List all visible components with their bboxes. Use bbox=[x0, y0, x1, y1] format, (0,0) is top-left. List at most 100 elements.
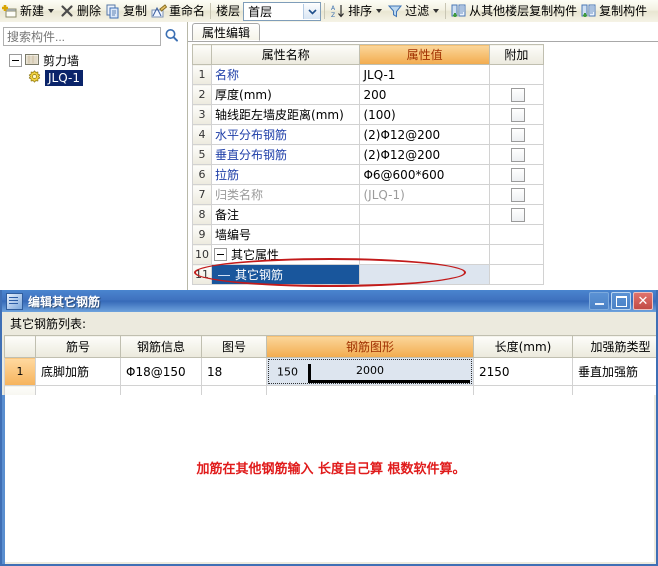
col-header-property-value[interactable]: 属性值 bbox=[359, 44, 490, 65]
collapse-icon[interactable] bbox=[214, 248, 228, 261]
collapse-icon[interactable] bbox=[9, 54, 22, 67]
table-row[interactable]: 4 水平分布钢筋 (2)Φ12@200 bbox=[191, 124, 545, 145]
attach-cell bbox=[488, 124, 545, 145]
property-name: 轴线距左墙皮距离(mm) bbox=[211, 104, 361, 125]
sort-button[interactable]: A Z 排序 bbox=[328, 1, 385, 21]
length-cell[interactable]: 2150 bbox=[473, 357, 573, 386]
table-row[interactable]: 6 拉筋 Φ6@600*600 bbox=[191, 164, 545, 185]
row-index: 1 bbox=[4, 357, 36, 386]
table-row[interactable]: 5 垂直分布钢筋 (2)Φ12@200 bbox=[191, 144, 545, 165]
property-value[interactable]: (100) bbox=[359, 104, 490, 125]
table-row[interactable]: 7 归类名称 (JLQ-1) bbox=[191, 184, 545, 205]
attach-checkbox[interactable] bbox=[510, 87, 525, 102]
tree-node-label: 剪力墙 bbox=[43, 53, 80, 68]
rebar-shape-cell[interactable] bbox=[266, 385, 474, 395]
property-name: 墙编号 bbox=[211, 224, 361, 245]
minimize-button[interactable] bbox=[589, 292, 609, 310]
copy-button[interactable]: 复制 bbox=[103, 1, 149, 21]
row-index: 4 bbox=[191, 124, 213, 145]
col-header-attach[interactable]: 附加 bbox=[488, 44, 545, 65]
col-header-reinforce-type[interactable]: 加强筋类型 bbox=[572, 335, 656, 358]
property-value[interactable] bbox=[359, 204, 490, 225]
property-value[interactable]: 200 bbox=[359, 84, 490, 105]
close-button[interactable]: ✕ bbox=[633, 292, 653, 310]
rebar-shape-top-value[interactable]: 2000 bbox=[356, 364, 384, 377]
chevron-down-icon[interactable] bbox=[376, 9, 383, 13]
col-header-bar-name[interactable]: 筋号 bbox=[35, 335, 121, 358]
attach-checkbox[interactable] bbox=[510, 107, 525, 122]
bar-info-cell[interactable]: Φ18@150 bbox=[120, 357, 202, 386]
table-row-selected[interactable]: 11 其它钢筋 bbox=[191, 264, 545, 285]
new-button[interactable]: 新建 bbox=[0, 1, 57, 21]
floor-select-value: 首层 bbox=[248, 4, 273, 19]
table-row[interactable]: 9 墙编号 bbox=[191, 224, 545, 245]
table-row[interactable]: 1 名称 JLQ-1 bbox=[191, 64, 545, 85]
rebar-shape-editor[interactable]: 150 2000 bbox=[268, 359, 472, 384]
col-header-bar-info[interactable]: 钢筋信息 bbox=[120, 335, 202, 358]
col-header-diagram-no[interactable]: 图号 bbox=[201, 335, 267, 358]
tree-node-shear-wall[interactable]: 剪力墙 bbox=[0, 52, 186, 69]
property-value[interactable]: (2)Φ12@200 bbox=[359, 144, 490, 165]
property-value[interactable] bbox=[359, 224, 490, 245]
attach-cell bbox=[488, 264, 545, 285]
attach-checkbox[interactable] bbox=[510, 147, 525, 162]
rebar-shape-cell[interactable]: 150 2000 bbox=[266, 357, 474, 386]
property-value bbox=[359, 244, 490, 265]
search-row bbox=[3, 26, 182, 47]
minimize-icon bbox=[594, 303, 604, 305]
filter-funnel-icon bbox=[387, 3, 403, 19]
rebar-shape-left-value[interactable]: 150 bbox=[277, 365, 298, 378]
property-name: 厚度(mm) bbox=[211, 84, 361, 105]
attach-checkbox[interactable] bbox=[510, 167, 525, 182]
table-row[interactable]: 3 轴线距左墙皮距离(mm) (100) bbox=[191, 104, 545, 125]
maximize-button[interactable] bbox=[611, 292, 631, 310]
diagram-no-cell[interactable] bbox=[201, 385, 267, 395]
filter-button[interactable]: 过滤 bbox=[385, 1, 442, 21]
length-cell[interactable] bbox=[473, 385, 573, 395]
table-row-group[interactable]: 10 其它属性 bbox=[191, 244, 545, 265]
col-header-rebar-shape[interactable]: 钢筋图形 bbox=[266, 335, 474, 358]
floor-select[interactable]: 首层 bbox=[243, 1, 322, 21]
chevron-down-icon[interactable] bbox=[303, 3, 321, 19]
property-value[interactable] bbox=[359, 264, 490, 285]
delete-icon bbox=[59, 3, 75, 19]
chevron-down-icon[interactable] bbox=[433, 9, 440, 13]
component-tree: 剪力墙 JLQ-1 bbox=[0, 52, 186, 288]
table-row[interactable]: 8 备注 bbox=[191, 204, 545, 225]
dialog-title-bar[interactable]: 编辑其它钢筋 ✕ bbox=[2, 290, 656, 312]
table-row[interactable]: 2 厚度(mm) 200 bbox=[191, 84, 545, 105]
diagram-no-cell[interactable]: 18 bbox=[201, 357, 267, 386]
attach-checkbox[interactable] bbox=[510, 127, 525, 142]
copy-from-other-floor-label: 从其他楼层复制构件 bbox=[469, 4, 578, 18]
svg-text:Z: Z bbox=[331, 12, 335, 19]
table-row[interactable]: 1 底脚加筋 Φ18@150 18 150 2000 2150 垂直加强筋 bbox=[4, 357, 656, 386]
attach-cell bbox=[488, 164, 545, 185]
search-input[interactable] bbox=[3, 27, 161, 46]
col-header-property-name[interactable]: 属性名称 bbox=[211, 44, 361, 65]
bar-name-cell[interactable]: 底脚加筋 bbox=[35, 357, 121, 386]
rename-button[interactable]: 重命名 bbox=[149, 1, 207, 21]
table-row[interactable]: 2 bbox=[4, 385, 656, 395]
reinforce-type-cell[interactable] bbox=[572, 385, 656, 395]
property-value[interactable]: (2)Φ12@200 bbox=[359, 124, 490, 145]
chevron-down-icon[interactable] bbox=[48, 9, 55, 13]
bar-info-cell[interactable] bbox=[120, 385, 202, 395]
svg-text:A: A bbox=[331, 5, 336, 12]
attach-checkbox[interactable] bbox=[510, 207, 525, 222]
property-value[interactable]: (JLQ-1) bbox=[359, 184, 490, 205]
row-index: 10 bbox=[191, 244, 213, 265]
sort-button-label: 排序 bbox=[348, 4, 373, 18]
reinforce-type-cell[interactable]: 垂直加强筋 bbox=[572, 357, 656, 386]
delete-button[interactable]: 删除 bbox=[57, 1, 103, 21]
property-value[interactable]: JLQ-1 bbox=[359, 64, 490, 85]
attach-checkbox[interactable] bbox=[510, 187, 525, 202]
col-header-length[interactable]: 长度(mm) bbox=[473, 335, 573, 358]
copy-from-other-floor-button[interactable]: 从其他楼层复制构件 bbox=[449, 1, 579, 21]
copy-component-button[interactable]: 复制构件 bbox=[579, 1, 649, 21]
bar-name-cell[interactable] bbox=[35, 385, 121, 395]
search-button[interactable] bbox=[161, 26, 181, 47]
tab-property-editor[interactable]: 属性编辑 bbox=[192, 23, 261, 41]
toolbar-separator-2 bbox=[324, 3, 326, 19]
property-value[interactable]: Φ6@600*600 bbox=[359, 164, 490, 185]
tree-node-jlq1[interactable]: JLQ-1 bbox=[0, 69, 186, 86]
